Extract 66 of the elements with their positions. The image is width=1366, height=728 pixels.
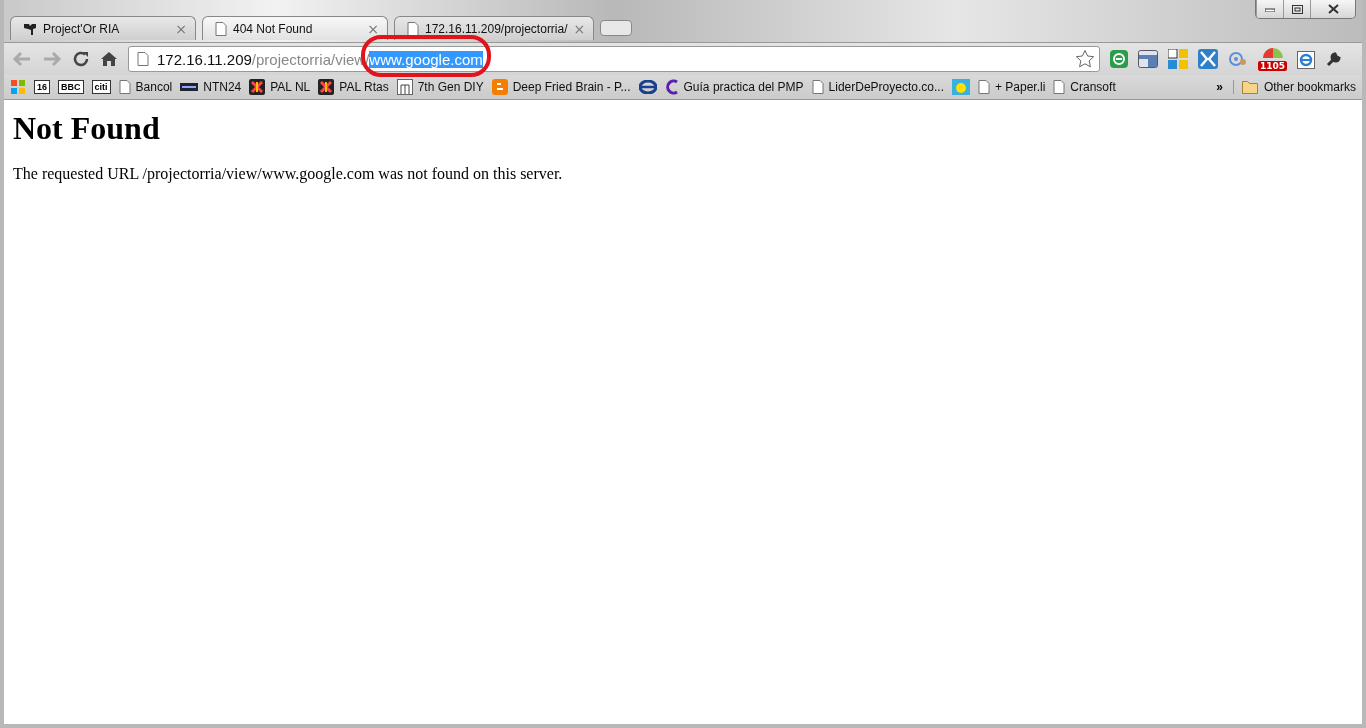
maximize-button[interactable] (1283, 0, 1310, 18)
page-icon (137, 52, 149, 66)
bookmark[interactable]: NTN24 (180, 80, 242, 94)
close-tab-icon[interactable]: × (367, 20, 379, 37)
bookmark[interactable]: Cransoft (1053, 80, 1116, 94)
new-tab-button[interactable] (600, 20, 633, 36)
windows-logo-icon (10, 79, 26, 95)
smiley-icon (952, 79, 970, 95)
arrows-icon[interactable] (1198, 49, 1218, 69)
folder-icon (1241, 80, 1258, 94)
close-icon (1327, 4, 1339, 14)
minimize-icon (1265, 6, 1275, 12)
page-icon (215, 21, 227, 36)
close-button[interactable] (1310, 0, 1355, 18)
count-badge: 1105 (1258, 61, 1288, 71)
pie-icon (1261, 47, 1284, 61)
bookmark[interactable]: 7th Gen DIY (396, 79, 484, 95)
tab-title: 404 Not Found (233, 21, 314, 36)
counter-extension-icon[interactable]: 1105 (1258, 47, 1288, 71)
bookmark-label: PAL Rtas (339, 80, 389, 94)
tab-title: Project'Or RIA (43, 21, 121, 36)
c-logo-icon (664, 79, 679, 95)
home-icon[interactable] (100, 50, 118, 68)
bookmark[interactable]: Guía practica del PMP (664, 79, 804, 95)
bookmark-label: Bancol (135, 80, 173, 94)
page-heading: Not Found (13, 110, 160, 147)
tab-title: 172.16.11.209/projectorria/ (425, 21, 568, 36)
error-message: The requested URL /projectorria/view/www.google.com was not found on this server. (13, 165, 564, 183)
logo-icon (180, 83, 199, 91)
browser-tab[interactable]: 404 Not Found × (202, 16, 388, 40)
bookmark[interactable] (638, 80, 657, 94)
more-bookmarks-chevron[interactable]: » (1216, 80, 1223, 94)
wrench-icon[interactable] (1325, 50, 1344, 68)
blogger-icon (491, 79, 508, 95)
bookmark-label: + Paper.li (995, 80, 1046, 94)
bookmark-logo[interactable]: citi (91, 80, 111, 94)
bookmark-label: PAL NL (270, 80, 311, 94)
bookmark-logo[interactable]: BBC (58, 80, 84, 94)
page-icon (978, 80, 990, 94)
browser-tab[interactable]: 172.16.11.209/projectorria/ × (394, 16, 595, 40)
window-icon[interactable] (1138, 50, 1158, 68)
star-icon[interactable] (1075, 49, 1095, 69)
bookmark[interactable]: + Paper.li (978, 80, 1046, 94)
page-icon (1053, 80, 1066, 94)
reload-icon[interactable] (72, 50, 90, 68)
other-bookmarks-folder[interactable]: Other bookmarks (1232, 80, 1356, 94)
logo-icon (23, 21, 37, 36)
e-logo-icon (638, 80, 657, 94)
bookmark-label: Deep Fried Brain - P... (512, 80, 631, 94)
logo-icon (249, 79, 266, 95)
bookmark-label: Guía practica del PMP (683, 80, 804, 94)
building-icon (396, 79, 413, 95)
bookmark[interactable]: PAL NL (249, 79, 311, 95)
page-icon (811, 80, 824, 94)
bookmark-label: NTN24 (203, 80, 242, 94)
bookmark[interactable]: Deep Fried Brain - P... (491, 79, 631, 95)
bookmark-label: 7th Gen DIY (417, 80, 484, 94)
bookmark-logo[interactable]: 16 (34, 80, 50, 94)
bookmark[interactable]: Bancol (118, 80, 173, 94)
bookmark[interactable]: PAL Rtas (318, 79, 389, 95)
bookmark-label: Cransoft (1070, 80, 1116, 94)
maximize-icon (1291, 4, 1303, 14)
logo-icon (318, 79, 335, 95)
page-icon (407, 21, 419, 36)
browser-tab[interactable]: Project'Or RIA × (10, 16, 196, 40)
page-icon (118, 80, 131, 94)
